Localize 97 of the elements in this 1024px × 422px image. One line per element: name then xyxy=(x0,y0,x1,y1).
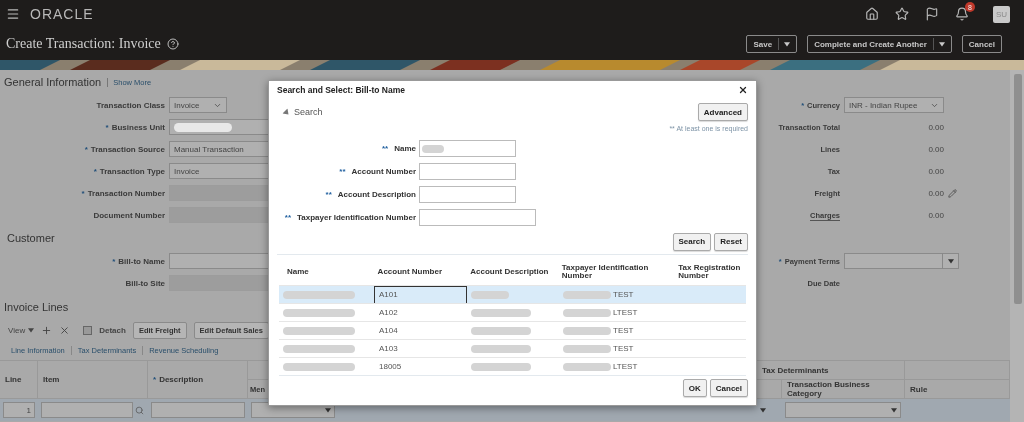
field-label: * Bill-to Name xyxy=(111,256,165,266)
redaction-mark xyxy=(283,326,355,335)
dialog-button[interactable]: OK xyxy=(682,379,707,397)
redaction-mark xyxy=(471,362,531,371)
field-label: Document Number xyxy=(92,210,165,220)
input-field[interactable]: Manual Transaction xyxy=(169,141,269,157)
home-icon[interactable] xyxy=(865,7,879,21)
caret-icon[interactable] xyxy=(784,41,791,47)
field-label: * Business Unit xyxy=(104,122,165,132)
input-field[interactable] xyxy=(169,253,269,269)
redaction-mark xyxy=(471,344,531,353)
menu-icon[interactable] xyxy=(6,7,20,21)
amount-value: 0.00 xyxy=(927,144,944,154)
input-field[interactable] xyxy=(169,119,269,135)
table-cell: TEST xyxy=(613,290,634,299)
table-cell: TEST xyxy=(613,326,634,335)
table-cell-text: A102 xyxy=(378,307,399,319)
caret-icon[interactable] xyxy=(938,41,945,47)
add-icon[interactable] xyxy=(41,324,53,336)
logo: ORACLE xyxy=(30,6,94,22)
section-title: General Information xyxy=(4,76,102,88)
select-field[interactable]: INR - Indian Rupee xyxy=(844,97,944,113)
redaction-mark xyxy=(563,290,611,299)
table-cell-text: A104 xyxy=(378,325,399,337)
redaction-mark xyxy=(422,144,444,153)
input-field[interactable] xyxy=(419,140,516,157)
input-field[interactable] xyxy=(419,163,516,180)
flag-icon[interactable] xyxy=(925,7,939,21)
redaction-mark xyxy=(283,308,355,317)
redaction-mark xyxy=(563,326,611,335)
page-title: Create Transaction: Invoice xyxy=(6,36,161,52)
dialog-button[interactable]: Cancel xyxy=(709,379,748,397)
delete-icon[interactable] xyxy=(59,324,71,336)
section-title: Invoice Lines xyxy=(4,301,69,313)
column-header: Name xyxy=(286,266,310,278)
scrollbar[interactable] xyxy=(1010,70,1024,422)
section-title: Customer xyxy=(7,232,55,244)
advanced-button[interactable]: Advanced xyxy=(697,103,748,121)
amount-value: 0.00 xyxy=(927,210,944,220)
pencil-icon[interactable] xyxy=(948,188,957,198)
redaction-mark xyxy=(471,326,531,335)
search-button[interactable]: Reset xyxy=(714,232,748,251)
dialog-title: Search and Select: Bill-to Name xyxy=(277,85,405,95)
amount-value: 0.00 xyxy=(928,188,944,198)
field-label: ** Taxpayer Identification Number xyxy=(283,213,416,222)
redaction-mark xyxy=(563,362,611,371)
redaction-mark xyxy=(174,122,232,132)
table-cell: TEST xyxy=(613,344,634,353)
combo-field[interactable] xyxy=(844,253,959,269)
table-cell: LTEST xyxy=(613,362,638,371)
column-header: Account Description xyxy=(469,266,550,278)
redaction-mark xyxy=(283,362,355,371)
redaction-mark xyxy=(563,308,611,317)
field-label: ** Account Description xyxy=(324,190,416,199)
table-cell-text: 18005 xyxy=(378,361,403,373)
search-icon[interactable] xyxy=(135,405,144,415)
detach-button[interactable]: Detach xyxy=(99,325,126,335)
view-menu[interactable]: View xyxy=(8,325,35,335)
header-button[interactable]: Cancel xyxy=(961,35,1002,53)
redaction-mark xyxy=(283,344,355,353)
table-cell-text: A103 xyxy=(378,343,399,355)
search-button[interactable]: Search xyxy=(672,232,712,251)
result-row[interactable]: A101 TEST xyxy=(279,285,746,303)
amount-value: 0.00 xyxy=(927,122,944,132)
field-label: * Transaction Source xyxy=(83,144,165,154)
header-button[interactable]: Complete and Create Another xyxy=(807,35,952,53)
help-icon[interactable] xyxy=(166,38,179,50)
search-section-toggle[interactable]: Search xyxy=(283,107,323,117)
redaction-mark xyxy=(283,290,355,299)
item-field[interactable] xyxy=(41,402,133,418)
column-header: Taxpayer Identification Number xyxy=(560,262,650,282)
field-label: ** Account Number xyxy=(338,167,416,176)
line-number-field[interactable]: 1 xyxy=(3,402,35,418)
bell-icon[interactable] xyxy=(955,7,969,21)
field-label: ** Name xyxy=(380,144,416,153)
table-cell: LTEST xyxy=(613,308,638,317)
input-field[interactable] xyxy=(419,186,516,203)
field-label: * Transaction Type xyxy=(92,166,165,176)
caret-icon[interactable] xyxy=(891,407,897,413)
redaction-mark xyxy=(563,344,611,353)
select-field[interactable]: Invoice xyxy=(169,97,227,113)
caret-icon[interactable] xyxy=(947,258,954,264)
column-header: Account Number xyxy=(376,266,444,278)
field-label: Transaction Class xyxy=(95,100,165,110)
field-label: * Transaction Number xyxy=(80,188,165,198)
input-field[interactable]: Invoice xyxy=(169,163,269,179)
column-header: Tax Registration Number xyxy=(677,262,742,282)
caret-icon[interactable] xyxy=(760,407,766,413)
detach-icon[interactable] xyxy=(83,325,93,335)
field-label: Bill-to Site xyxy=(124,278,165,288)
redaction-mark xyxy=(471,308,531,317)
redaction-mark xyxy=(471,290,509,299)
star-icon[interactable] xyxy=(895,7,909,21)
amount-value: 0.00 xyxy=(927,166,944,176)
input-field[interactable] xyxy=(419,209,536,226)
close-button[interactable] xyxy=(738,85,748,95)
header-button[interactable]: Save xyxy=(746,35,798,53)
